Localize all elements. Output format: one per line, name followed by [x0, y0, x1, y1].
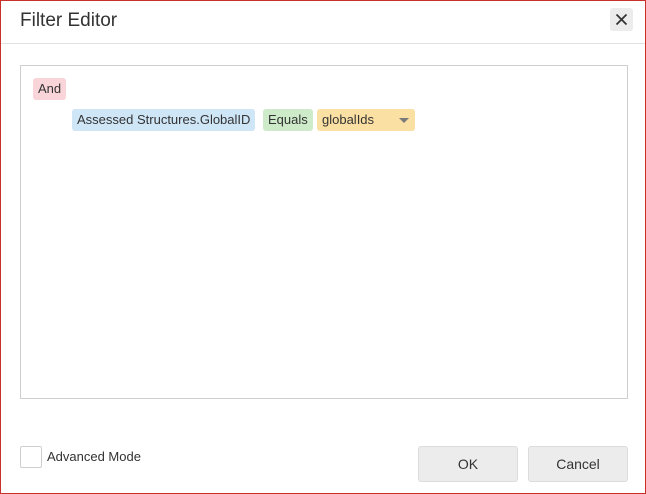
filter-editor-dialog: Filter Editor And Assessed Structures.Gl… — [0, 0, 646, 494]
dialog-title: Filter Editor — [20, 10, 118, 31]
filter-tree-area: And Assessed Structures.GlobalID Equals … — [20, 65, 628, 399]
advanced-mode-checkbox[interactable] — [20, 446, 42, 468]
field-chip[interactable]: Assessed Structures.GlobalID — [72, 109, 256, 131]
dialog-header: Filter Editor — [1, 1, 645, 44]
value-text: globalIds — [322, 112, 375, 127]
close-icon — [615, 13, 628, 26]
value-dropdown[interactable]: globalIds — [317, 109, 415, 131]
close-button[interactable] — [610, 8, 633, 31]
group-operator-chip[interactable]: And — [33, 78, 67, 100]
cancel-button[interactable]: Cancel — [528, 446, 628, 482]
chevron-down-icon[interactable] — [399, 118, 409, 123]
advanced-mode-label: Advanced Mode — [47, 449, 141, 464]
ok-button[interactable]: OK — [418, 446, 518, 482]
operator-chip[interactable]: Equals — [263, 109, 313, 131]
